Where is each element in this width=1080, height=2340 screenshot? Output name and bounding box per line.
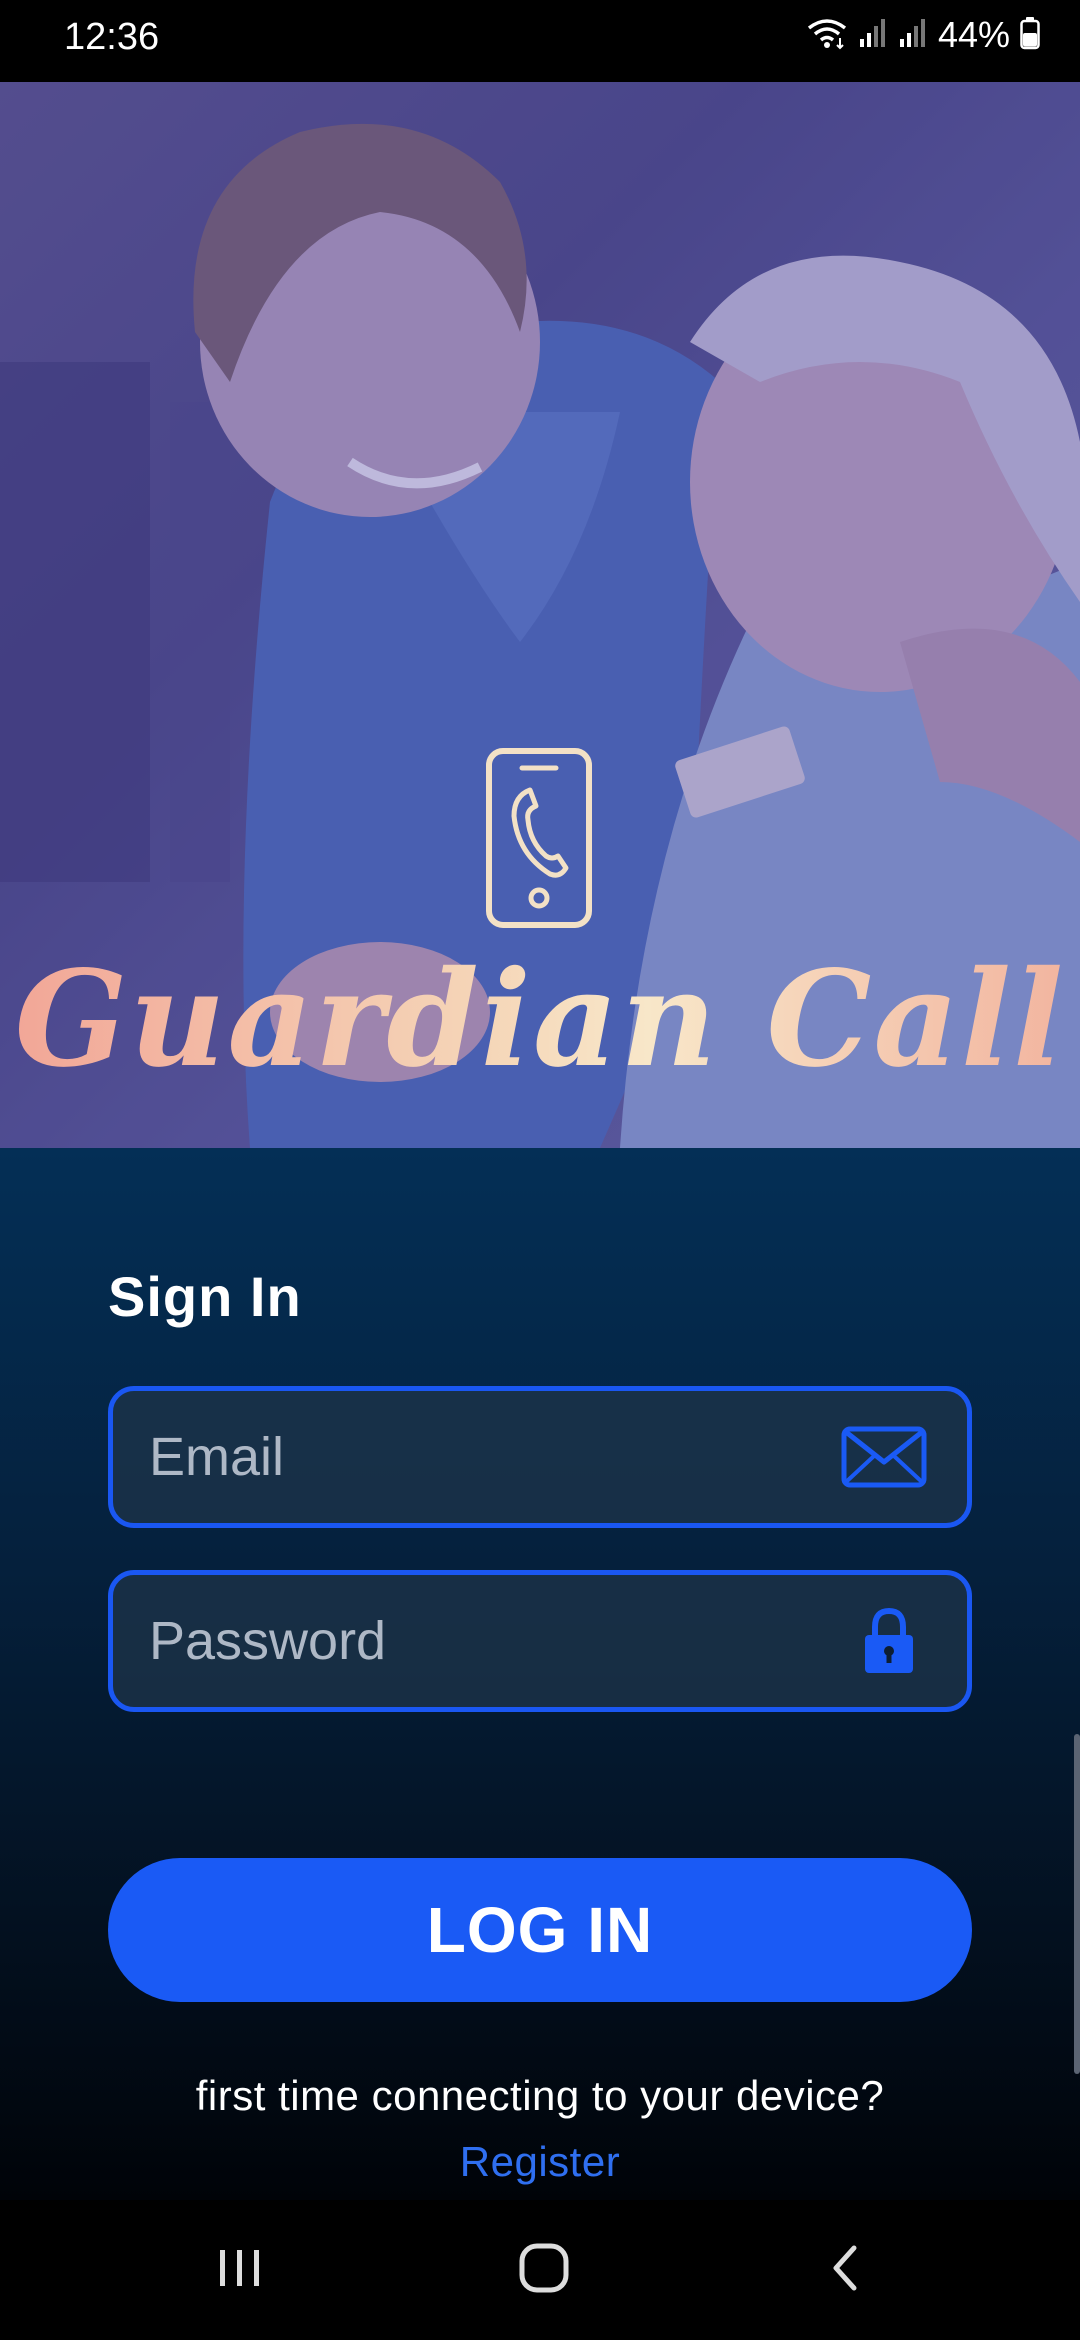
- navigation-bar: [0, 2200, 1080, 2340]
- login-panel: Sign In LOG IN first time connecting to …: [0, 1148, 1080, 2200]
- app-title: Guardian Call: [0, 942, 1080, 1097]
- scrollbar[interactable]: [1074, 1734, 1080, 2074]
- status-icons: 44%: [806, 14, 1040, 56]
- status-bar: 12:36 44%: [0, 0, 1080, 82]
- battery-percent: 44%: [937, 14, 1010, 55]
- email-field[interactable]: [108, 1386, 972, 1528]
- home-button[interactable]: [484, 2200, 604, 2340]
- recents-icon: [216, 2246, 264, 2295]
- home-icon: [518, 2242, 570, 2299]
- envelope-icon: [841, 1391, 927, 1523]
- register-link[interactable]: Register: [0, 2138, 1080, 2186]
- phone-call-icon: [484, 746, 594, 935]
- wifi-icon: [806, 16, 848, 55]
- hero-banner: Guardian Call: [0, 82, 1080, 1148]
- email-input[interactable]: [149, 1391, 829, 1523]
- password-input[interactable]: [149, 1575, 829, 1707]
- status-time: 12:36: [64, 16, 160, 58]
- back-button[interactable]: [790, 2200, 900, 2340]
- sign-in-title: Sign In: [108, 1265, 302, 1328]
- battery-icon: [1020, 16, 1040, 55]
- signal-icon: [858, 17, 888, 54]
- password-field[interactable]: [108, 1570, 972, 1712]
- login-button[interactable]: LOG IN: [108, 1858, 972, 2002]
- back-icon: [828, 2244, 862, 2297]
- first-time-prompt: first time connecting to your device?: [195, 2072, 885, 2119]
- recents-button[interactable]: [180, 2200, 300, 2340]
- signal-icon: [898, 17, 928, 54]
- lock-icon: [863, 1575, 915, 1707]
